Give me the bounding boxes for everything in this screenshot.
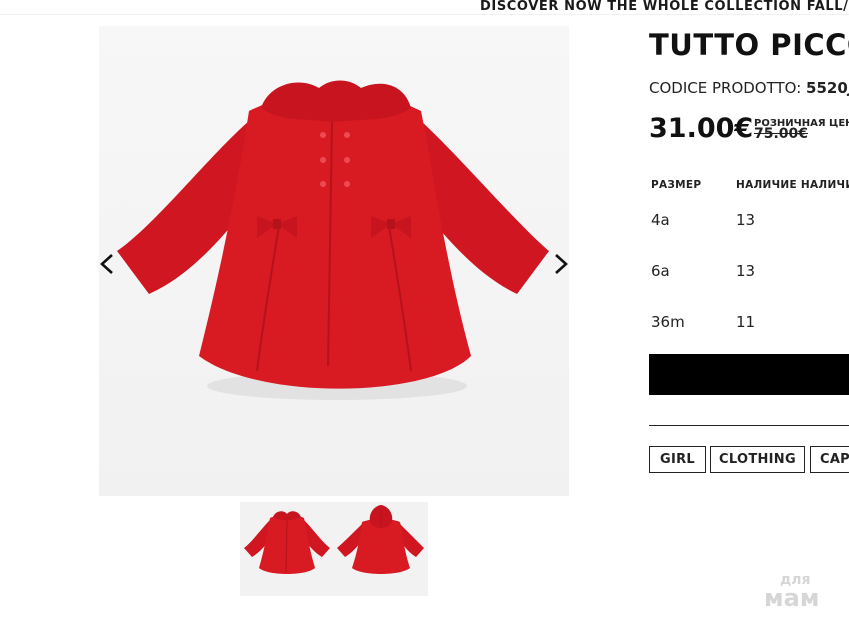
chevron-left-icon [100, 254, 113, 274]
product-code-label: CODICE PRODOTTO: [649, 79, 807, 97]
chevron-right-icon [555, 254, 568, 274]
qty-cell: 13 [736, 262, 756, 280]
product-code: CODICE PRODOTTO: 5520J [649, 79, 849, 97]
add-to-cart-button[interactable] [649, 354, 849, 395]
product-page: DISCOVER NOW THE WHOLE COLLECTION FALL/W… [0, 0, 849, 621]
size-cell: 6a [651, 262, 670, 280]
thumbnail-back[interactable] [334, 502, 428, 596]
product-title: TUTTO PICCO [649, 28, 849, 62]
coat-front-thumbnail [244, 511, 330, 574]
thumbnail-front[interactable] [240, 502, 334, 596]
watermark-logo: для мам [764, 572, 819, 610]
size-cell: 36m [651, 313, 685, 331]
prev-image-button[interactable] [96, 250, 118, 280]
coat-back-thumbnail [337, 505, 424, 574]
sale-price: 31.00€ [649, 113, 754, 144]
tag-clothing[interactable]: CLOTHING [710, 446, 805, 473]
column-header-availability: НАЛИЧИЕ НАЛИЧИ [736, 179, 849, 191]
qty-cell: 13 [736, 211, 756, 229]
announcement-bar[interactable]: DISCOVER NOW THE WHOLE COLLECTION FALL/W… [0, 0, 849, 14]
header-divider [0, 14, 849, 15]
product-code-value: 5520J [806, 79, 849, 97]
column-header-size: РАЗМЕР [651, 179, 702, 191]
main-product-image[interactable] [99, 26, 569, 496]
tag-girl[interactable]: GIRL [649, 446, 706, 473]
announcement-text[interactable]: DISCOVER NOW THE WHOLE COLLECTION FALL/W… [480, 0, 849, 14]
tag-cap[interactable]: CAP [810, 446, 849, 473]
coat-front-image [117, 80, 549, 400]
qty-cell: 11 [736, 313, 756, 331]
next-image-button[interactable] [550, 250, 572, 280]
section-divider [649, 425, 849, 426]
thumbnail-strip [240, 502, 428, 596]
svg-text:мам: мам [764, 584, 819, 610]
retail-price: 75.00€ [754, 126, 809, 142]
size-cell: 4a [651, 211, 670, 229]
